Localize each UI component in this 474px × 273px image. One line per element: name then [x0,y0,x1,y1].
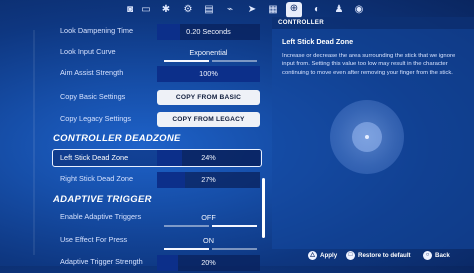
apply-button[interactable]: △ Apply [308,251,337,260]
dashboard-icon[interactable]: ▦ [266,3,280,17]
setting-label: Use Effect For Press [60,235,128,244]
option-indicator-active [212,225,257,227]
look-dampening-time-row[interactable]: Look Dampening Time 0.20 Seconds [60,22,260,42]
account-icon[interactable]: ◉ [352,3,366,17]
cursor-icon[interactable]: ➤ [245,3,259,17]
look-input-curve-selector[interactable]: Exponential [157,45,260,61]
wifi-icon[interactable]: ⌁ [223,3,237,17]
section-title-controller-deadzone: CONTROLLER DEADZONE [53,133,181,144]
aim-assist-strength-row[interactable]: Aim Assist Strength 100% [60,64,260,84]
setting-label: Look Dampening Time [60,26,134,35]
setting-label: Look Input Curve [60,47,116,56]
apply-label: Apply [320,252,338,259]
gear-alt-icon[interactable]: ⚙ [181,3,195,17]
scrollbar-thumb[interactable] [262,178,265,238]
slider-fill [157,150,182,166]
setting-value: 24% [201,153,216,162]
copy-from-basic-button[interactable]: COPY FROM BASIC [157,90,260,105]
gear-icon[interactable]: ✱ [159,3,173,17]
look-dampening-time-slider[interactable]: 0.20 Seconds [157,24,260,40]
panel-header-label: CONTROLLER [278,19,324,26]
option-indicator [164,225,209,227]
square-icon: □ [346,251,355,260]
enable-adaptive-triggers-row[interactable]: Enable Adaptive Triggers OFF [60,208,260,228]
setting-value: 100% [199,69,218,78]
copy-from-legacy-button[interactable]: COPY FROM LEGACY [157,112,260,127]
look-input-curve-row[interactable]: Look Input Curve Exponential [60,43,260,63]
restore-label: Restore to default [358,252,411,259]
circle-icon: ○ [423,251,432,260]
panel-title: Left Stick Dead Zone [282,37,354,46]
stick-center-dot [365,135,369,139]
footer-actions: △ Apply □ Restore to default ○ Back [0,248,474,266]
setting-value: ON [203,236,214,245]
aim-assist-strength-slider[interactable]: 100% [157,66,260,82]
panel-header: CONTROLLER [272,17,474,29]
setting-value: OFF [201,213,216,222]
section-title-adaptive-trigger: ADAPTIVE TRIGGER [53,194,152,205]
right-stick-dead-zone-row[interactable]: Right Stick Dead Zone 27% [60,170,260,190]
slider-fill [157,172,185,188]
setting-label: Right Stick Dead Zone [60,174,134,183]
right-stick-dead-zone-slider[interactable]: 27% [157,172,260,188]
option-indicator-active [164,60,209,62]
left-scroll-track [33,30,35,255]
controller-icon[interactable]: ⊕ [286,2,302,18]
gamepad-icon[interactable]: ◐ [310,3,324,17]
setting-label: Copy Basic Settings [60,92,126,101]
setting-label: Left Stick Dead Zone [60,153,129,162]
setting-value: Exponential [189,48,228,57]
slider-fill [157,24,180,40]
setting-value: 0.20 Seconds [186,27,231,36]
back-button[interactable]: ○ Back [423,251,450,260]
person-icon[interactable]: ♟ [332,3,346,17]
triangle-icon: △ [308,251,317,260]
option-indicator [212,60,257,62]
left-stick-dead-zone-slider[interactable]: 24% [157,150,260,166]
setting-value: 27% [201,175,216,184]
video-icon[interactable]: ▤ [202,3,216,17]
back-label: Back [435,252,450,259]
restore-default-button[interactable]: □ Restore to default [346,251,411,260]
copy-basic-settings-row: Copy Basic Settings COPY FROM BASIC [60,88,260,108]
enable-adaptive-triggers-toggle[interactable]: OFF [157,210,260,226]
setting-label: Enable Adaptive Triggers [60,212,142,221]
panel-description: Increase or decrease the area surroundin… [282,53,456,76]
setting-label: Copy Legacy Settings [60,114,131,123]
setting-label: Aim Assist Strength [60,68,124,77]
camera-icon[interactable]: ◙ [123,3,137,17]
info-panel: CONTROLLER Left Stick Dead Zone Increase… [272,17,474,249]
copy-legacy-settings-row: Copy Legacy Settings COPY FROM LEGACY [60,110,260,130]
use-effect-for-press-toggle[interactable]: ON [157,233,260,249]
left-stick-dead-zone-row[interactable]: Left Stick Dead Zone 24% [52,149,262,167]
monitor-icon[interactable]: ▭ [139,3,153,17]
